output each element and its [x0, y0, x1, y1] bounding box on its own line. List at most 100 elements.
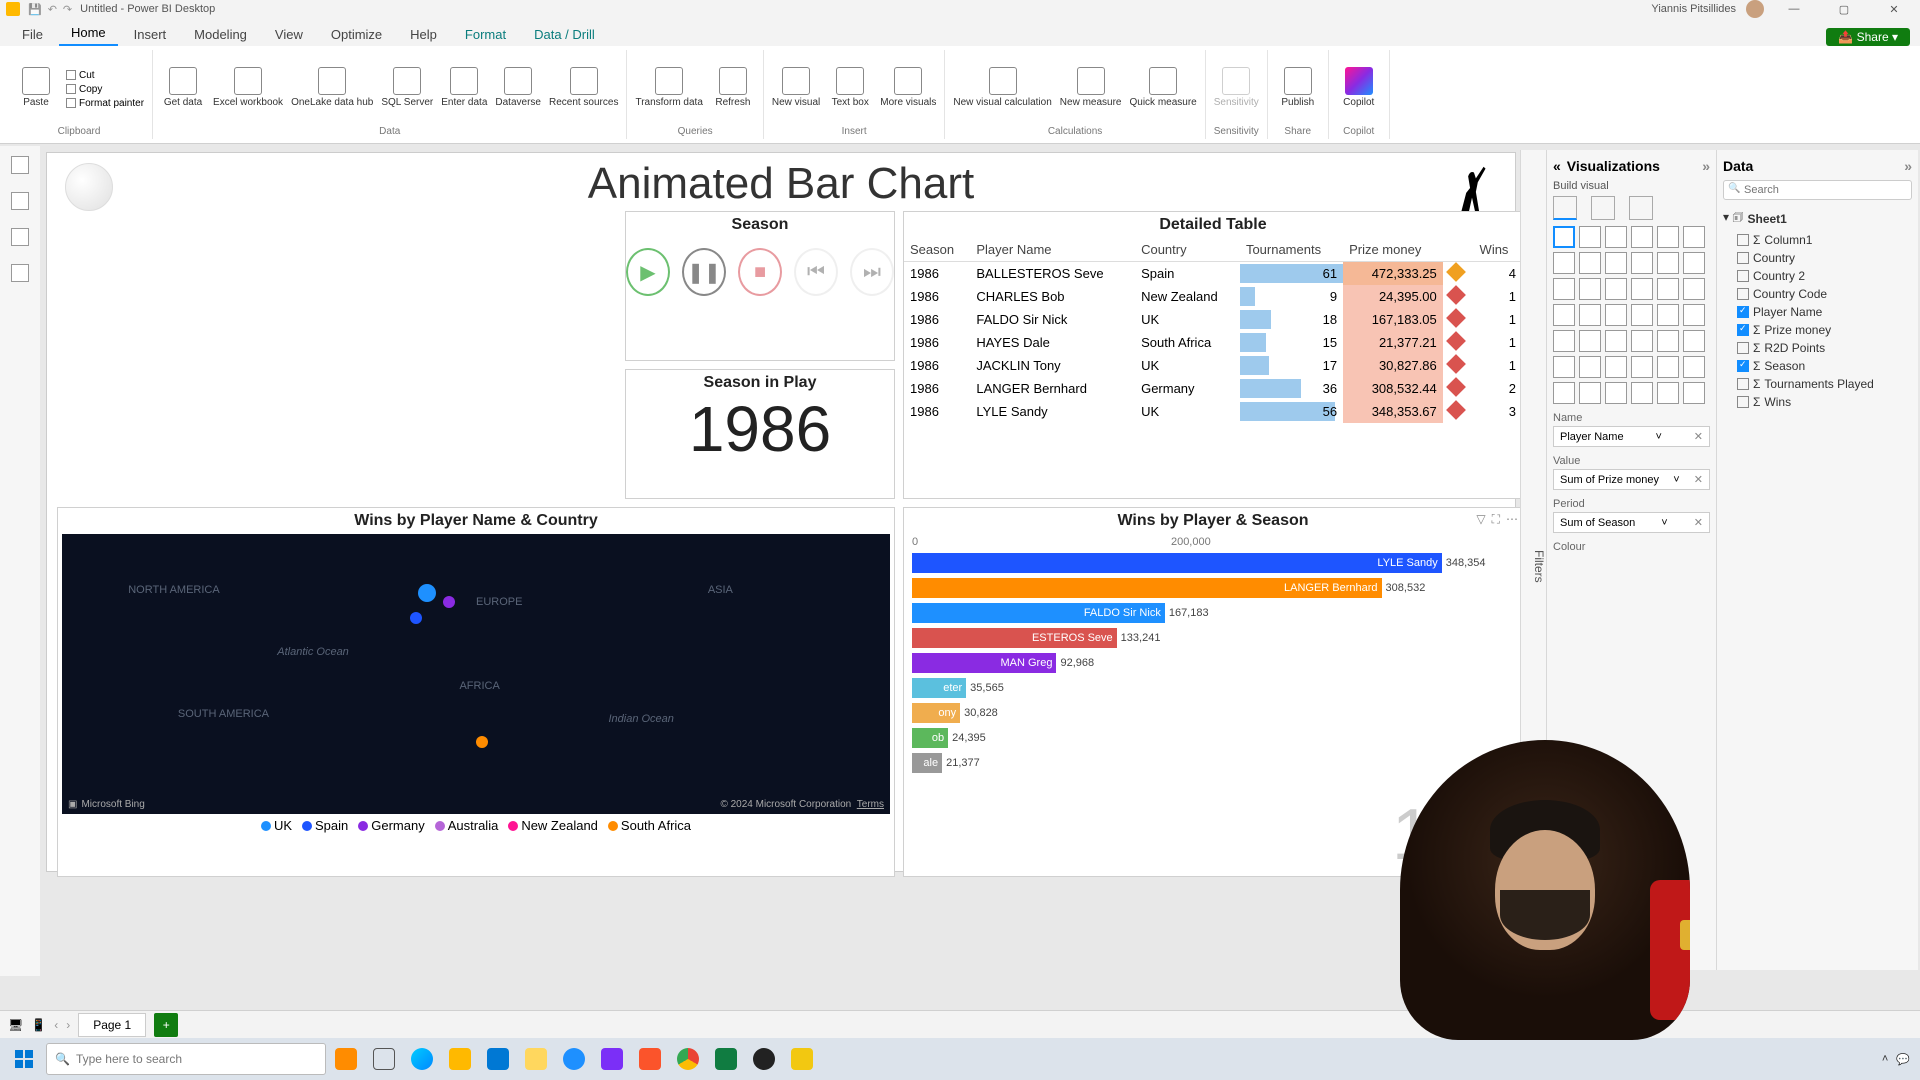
report-view-icon[interactable] [11, 156, 29, 174]
collapse-icon[interactable]: « [1553, 158, 1561, 174]
field-checkbox[interactable] [1737, 378, 1749, 390]
field-checkbox[interactable] [1737, 306, 1749, 318]
viz-type-icon[interactable] [1605, 330, 1627, 352]
field-row[interactable]: Σ Prize money [1723, 321, 1912, 339]
table-row[interactable]: 1986 BALLESTEROS Seve Spain 61 472,333.2… [904, 262, 1522, 286]
tab-datadrill[interactable]: Data / Drill [522, 23, 607, 46]
viz-type-icon[interactable] [1657, 278, 1679, 300]
viz-type-icon[interactable] [1579, 382, 1601, 404]
focus-icon[interactable]: ⛶ [1492, 512, 1500, 527]
viz-type-icon[interactable] [1657, 226, 1679, 248]
viz-type-icon[interactable] [1631, 226, 1653, 248]
legend-item[interactable]: Germany [358, 818, 424, 833]
viz-type-icon[interactable] [1631, 356, 1653, 378]
map-dot-germany[interactable] [443, 596, 455, 608]
viz-type-icon[interactable] [1683, 278, 1705, 300]
prize-bar-row[interactable]: ale 21,377 [912, 751, 1514, 775]
remove-name-icon[interactable]: ✕ [1694, 430, 1703, 443]
viz-type-icon[interactable] [1553, 382, 1575, 404]
viz-type-icon[interactable] [1657, 382, 1679, 404]
add-page-button[interactable]: + [154, 1013, 178, 1037]
viz-type-icon[interactable] [1657, 330, 1679, 352]
viz-type-icon[interactable] [1553, 304, 1575, 326]
tab-optimize[interactable]: Optimize [319, 23, 394, 46]
tab-help[interactable]: Help [398, 23, 449, 46]
tray-chevron-icon[interactable]: ˄ [1882, 1053, 1888, 1065]
field-value-well[interactable]: Sum of Prize money˅✕ [1553, 469, 1710, 490]
legend-item[interactable]: UK [261, 818, 292, 833]
map-dot-uk[interactable] [418, 584, 436, 602]
prize-bar-row[interactable]: ESTEROS Seve 133,241 [912, 626, 1514, 650]
field-checkbox[interactable] [1737, 324, 1749, 336]
minimize-button[interactable]: — [1774, 3, 1814, 15]
new-measure-button[interactable]: New measure [1060, 67, 1122, 108]
table-row[interactable]: 1986 CHARLES Bob New Zealand 9 24,395.00… [904, 285, 1522, 308]
col-wins[interactable]: Wins [1474, 238, 1522, 262]
tab-home[interactable]: Home [59, 21, 118, 46]
redo-icon[interactable]: ↷ [63, 3, 72, 16]
field-checkbox[interactable] [1737, 234, 1749, 246]
field-row[interactable]: Σ Wins [1723, 393, 1912, 411]
paste-button[interactable]: Paste [14, 67, 58, 108]
pause-button[interactable]: ❚❚ [682, 248, 726, 296]
prize-bar-row[interactable]: MAN Greg 92,968 [912, 651, 1514, 675]
task-cortana[interactable] [404, 1043, 440, 1075]
maximize-button[interactable]: ▢ [1824, 3, 1864, 16]
col-player[interactable]: Player Name [970, 238, 1135, 262]
table-view-icon[interactable] [11, 192, 29, 210]
viz-type-icon[interactable] [1683, 304, 1705, 326]
legend-item[interactable]: South Africa [608, 818, 691, 833]
viz-type-icon[interactable] [1579, 252, 1601, 274]
viz-type-icon[interactable] [1579, 226, 1601, 248]
sql-button[interactable]: SQL Server [381, 67, 433, 108]
start-button[interactable] [4, 1043, 44, 1075]
field-row[interactable]: Σ Season [1723, 357, 1912, 375]
mobile-layout-icon[interactable]: 📱 [31, 1018, 46, 1032]
legend-item[interactable]: Australia [435, 818, 499, 833]
data-expand-icon[interactable]: » [1904, 158, 1912, 174]
share-button[interactable]: 📤 Share ▾ [1826, 28, 1910, 46]
task-view-icon[interactable] [366, 1043, 402, 1075]
tray-notification-icon[interactable]: 💬 [1896, 1053, 1910, 1066]
col-prize[interactable]: Prize money [1343, 238, 1443, 262]
page-tab-1[interactable]: Page 1 [78, 1013, 146, 1037]
table-row[interactable]: 1986 HAYES Dale South Africa 15 21,377.2… [904, 331, 1522, 354]
expand-icon[interactable]: » [1702, 158, 1710, 174]
viz-type-icon[interactable] [1683, 356, 1705, 378]
copy-button[interactable]: Copy [66, 84, 144, 95]
col-season[interactable]: Season [904, 238, 970, 262]
map-card[interactable]: Wins by Player Name & Country NORTH AMER… [57, 507, 895, 877]
onelake-button[interactable]: OneLake data hub [291, 67, 373, 108]
terms-link[interactable]: Terms [857, 799, 884, 810]
prize-bar-row[interactable]: LANGER Bernhard 308,532 [912, 576, 1514, 600]
tab-insert[interactable]: Insert [122, 23, 179, 46]
analytics-tab-icon[interactable] [1629, 196, 1653, 220]
viz-type-icon[interactable] [1579, 304, 1601, 326]
prize-bar-row[interactable]: FALDO Sir Nick 167,183 [912, 601, 1514, 625]
filter-icon[interactable]: ▽ [1476, 512, 1485, 527]
map-dot-spain[interactable] [410, 612, 422, 624]
refresh-button[interactable]: Refresh [711, 67, 755, 108]
viz-type-icon[interactable] [1553, 252, 1575, 274]
table-row[interactable]: 1986 LANGER Bernhard Germany 36 308,532.… [904, 377, 1522, 400]
task-edge[interactable] [556, 1043, 592, 1075]
publish-button[interactable]: Publish [1276, 67, 1320, 108]
field-checkbox[interactable] [1737, 270, 1749, 282]
viz-type-icon[interactable] [1605, 356, 1627, 378]
task-store[interactable] [442, 1043, 478, 1075]
format-painter-button[interactable]: Format painter [66, 98, 144, 109]
col-country[interactable]: Country [1135, 238, 1240, 262]
data-search-input[interactable] [1723, 180, 1912, 200]
field-row[interactable]: Country [1723, 249, 1912, 267]
field-period-well[interactable]: Sum of Season˅✕ [1553, 512, 1710, 533]
dax-view-icon[interactable] [11, 264, 29, 282]
user-name[interactable]: Yiannis Pitsillides [1651, 3, 1736, 15]
task-media[interactable] [594, 1043, 630, 1075]
viz-type-icon[interactable] [1657, 356, 1679, 378]
field-row[interactable]: Σ Column1 [1723, 231, 1912, 249]
prev-page-icon[interactable]: ‹ [54, 1018, 58, 1032]
field-checkbox[interactable] [1737, 360, 1749, 372]
viz-type-icon[interactable] [1631, 252, 1653, 274]
viz-type-icon[interactable] [1553, 356, 1575, 378]
build-tab-icon[interactable] [1553, 196, 1577, 220]
